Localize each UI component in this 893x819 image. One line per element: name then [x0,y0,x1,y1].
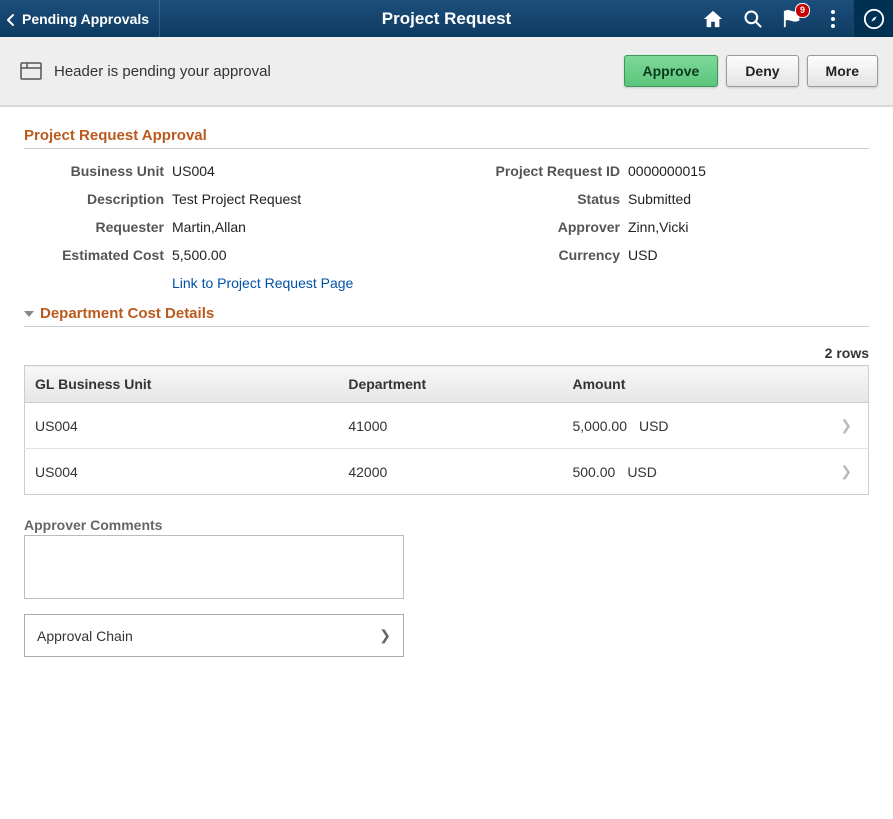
table-row[interactable]: US004 42000 500.00 USD ❯ [25,449,869,495]
approve-button[interactable]: Approve [624,55,719,87]
label-currency: Currency [450,247,620,263]
value-currency: USD [628,247,869,263]
back-button[interactable]: Pending Approvals [0,0,160,37]
approver-comments-input[interactable] [24,535,404,599]
label-project-request-id: Project Request ID [450,163,620,179]
approval-chain-button[interactable]: Approval Chain ❯ [24,614,404,657]
cost-details-section: Department Cost Details 2 rows GL Busine… [24,295,869,495]
row-expand[interactable]: ❯ [829,403,869,449]
search-button[interactable] [733,0,773,37]
cell-department: 41000 [338,403,562,449]
approval-chain-label: Approval Chain [37,628,133,644]
more-button[interactable]: More [807,55,878,87]
navigator-button[interactable] [853,0,893,37]
notification-badge: 9 [795,3,810,18]
cost-details-row-count: 2 rows [24,327,869,365]
action-bar: Header is pending your approval Approve … [0,37,893,107]
row-expand[interactable]: ❯ [829,449,869,495]
label-estimated-cost: Estimated Cost [24,247,164,263]
kebab-icon [830,9,836,29]
link-project-request-page[interactable]: Link to Project Request Page [172,275,353,291]
app-header: Pending Approvals Project Request 9 [0,0,893,37]
approver-comments-section: Approver Comments [24,517,869,602]
label-status: Status [450,191,620,207]
value-description: Test Project Request [172,191,442,207]
notifications-button[interactable]: 9 [773,0,813,37]
col-gl-unit: GL Business Unit [25,366,339,403]
cell-amount: 5,000.00 USD [562,403,828,449]
cost-details-table: GL Business Unit Department Amount US004… [24,365,869,495]
value-project-request-id: 0000000015 [628,163,869,179]
cell-gl-unit: US004 [25,449,339,495]
main-content: Project Request Approval Business Unit U… [0,107,893,681]
collapse-icon [24,311,34,317]
header-actions: 9 [693,0,893,37]
cell-gl-unit: US004 [25,403,339,449]
label-business-unit: Business Unit [24,163,164,179]
page-title: Project Request [382,9,511,28]
approval-details-grid: Business Unit US004 Project Request ID 0… [24,149,869,295]
header-pending-icon [20,62,42,80]
value-requester: Martin,Allan [172,219,442,235]
pending-notice: Header is pending your approval [20,62,271,80]
approval-section-title: Project Request Approval [24,117,869,149]
search-icon [743,9,763,29]
pending-message: Header is pending your approval [54,63,271,80]
cell-department: 42000 [338,449,562,495]
menu-button[interactable] [813,0,853,37]
back-label: Pending Approvals [22,11,149,27]
chevron-left-icon [6,13,14,25]
cost-details-toggle[interactable]: Department Cost Details [24,295,869,327]
col-amount: Amount [562,366,828,403]
value-status: Submitted [628,191,869,207]
cell-amount: 500.00 USD [562,449,828,495]
home-icon [702,9,724,29]
deny-button[interactable]: Deny [726,55,798,87]
label-description: Description [24,191,164,207]
chevron-right-icon: ❯ [379,627,391,644]
home-button[interactable] [693,0,733,37]
label-approver: Approver [450,219,620,235]
col-department: Department [338,366,562,403]
cost-details-title: Department Cost Details [40,305,214,322]
chevron-right-icon: ❯ [840,417,852,433]
value-estimated-cost: 5,500.00 [172,247,442,263]
label-requester: Requester [24,219,164,235]
value-business-unit: US004 [172,163,442,179]
action-buttons: Approve Deny More [624,55,878,87]
compass-icon [863,8,885,30]
table-row[interactable]: US004 41000 5,000.00 USD ❯ [25,403,869,449]
value-approver: Zinn,Vicki [628,219,869,235]
approver-comments-label: Approver Comments [24,517,869,533]
chevron-right-icon: ❯ [840,463,852,479]
